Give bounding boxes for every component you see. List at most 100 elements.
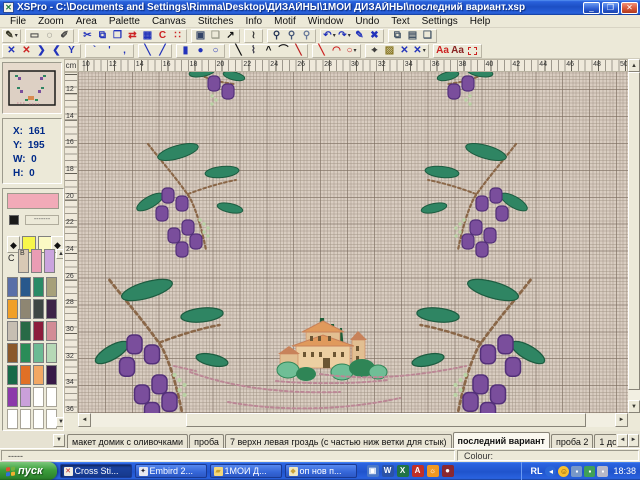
pencil-tool[interactable]: ✎▾ (4, 30, 19, 43)
delete-stitch-button[interactable]: ✖ (367, 30, 382, 43)
menu-item-motif[interactable]: Motif (268, 15, 302, 28)
pattern-tab-4[interactable]: последний вариант (453, 432, 550, 448)
menu-item-undo[interactable]: Undo (349, 15, 385, 28)
cut-button[interactable]: ✂ (80, 30, 95, 43)
thread-swatch[interactable] (33, 321, 44, 341)
thread-swatch[interactable] (7, 365, 18, 385)
taskbar-clock[interactable]: 18:38 (613, 466, 636, 476)
swap-colors-button[interactable]: ⇄ (125, 30, 140, 43)
bead-outline[interactable]: ○ (208, 45, 223, 58)
thread-swatch[interactable] (20, 387, 31, 407)
thread-button[interactable]: ≀ (246, 30, 261, 43)
thread-swatch[interactable] (20, 277, 31, 297)
language-indicator[interactable]: RL (530, 466, 542, 476)
stitch-eraser-all-button-dropdown[interactable]: ▾ (423, 48, 426, 54)
tab-scroll-right-button[interactable]: ► (628, 434, 639, 447)
backstitch-angle[interactable]: ^ (261, 45, 276, 58)
undo-button[interactable]: ↶▾ (322, 30, 337, 43)
menu-item-help[interactable]: Help (464, 15, 497, 28)
pattern-tab-6[interactable]: 1 дом (не весь для стыковки) (594, 434, 616, 448)
pattern-preview[interactable] (2, 62, 62, 114)
bead-filled[interactable]: ● (193, 45, 208, 58)
thread-swatch[interactable] (33, 277, 44, 297)
scroll-down-button[interactable]: ▼ (628, 400, 640, 413)
thread-swatch[interactable] (7, 409, 18, 429)
rotate-button[interactable]: C (155, 30, 170, 43)
thread-swatch[interactable] (7, 321, 18, 341)
longstitch-red[interactable]: ╲ (314, 45, 329, 58)
thread-strip-lavender[interactable] (44, 249, 55, 273)
tab-scroll-left-button[interactable]: ◄ (617, 434, 628, 447)
freehand-select-tool[interactable]: ✐ (57, 30, 72, 43)
find-stitch-button[interactable]: ⌖ (367, 45, 382, 58)
display-quick-icon[interactable]: ▣ (367, 465, 379, 477)
petite-stitch-2[interactable]: ' (102, 45, 117, 58)
icq-quick-icon[interactable]: ☼ (427, 465, 439, 477)
menu-item-info[interactable]: Info (239, 15, 268, 28)
menu-item-area[interactable]: Area (70, 15, 103, 28)
menu-item-palette[interactable]: Palette (103, 15, 146, 28)
thread-swatch[interactable] (33, 365, 44, 385)
start-button[interactable]: пуск (0, 462, 57, 480)
thread-swatch[interactable] (46, 387, 57, 407)
curve-red[interactable]: ◠ (329, 45, 344, 58)
undo-button-dropdown[interactable]: ▾ (333, 33, 336, 39)
backstitch-double[interactable]: ⌇ (246, 45, 261, 58)
maximize-button[interactable]: ❐ (602, 2, 619, 14)
quarter-stitch[interactable]: ❮ (49, 45, 64, 58)
palette-scroll-down-button[interactable]: ▼ (53, 434, 65, 447)
display-tray-icon[interactable]: ▪ (571, 466, 582, 477)
edit-stitch-button[interactable]: ✎ (352, 30, 367, 43)
pattern-tab-1[interactable]: макет домик с оливочками (67, 434, 188, 448)
thread-swatch[interactable] (33, 409, 44, 429)
thread-swatch[interactable] (7, 387, 18, 407)
close-button[interactable]: ✕ (621, 2, 638, 14)
redo-button[interactable]: ↷▾ (337, 30, 352, 43)
circle-red-dropdown[interactable]: ▾ (354, 48, 357, 54)
dashed-select-button[interactable] (465, 45, 480, 58)
menu-item-stitches[interactable]: Stitches (192, 15, 240, 28)
palette-scroll-up-button[interactable]: ▲ (56, 249, 64, 259)
thread-swatch[interactable] (7, 277, 18, 297)
lasso-select-tool[interactable]: ◌ (42, 30, 57, 43)
thread-swatch[interactable] (46, 365, 57, 385)
scroll-right-button[interactable]: ► (615, 413, 628, 427)
thread-swatch[interactable] (33, 299, 44, 319)
horizontal-scroll-thumb[interactable] (186, 413, 586, 427)
menu-item-canvas[interactable]: Canvas (146, 15, 192, 28)
send-design-button[interactable]: ❏ (420, 30, 435, 43)
copy-button[interactable]: ⧉ (95, 30, 110, 43)
rect-select-tool[interactable]: ▭ (27, 30, 42, 43)
thread-swatch[interactable] (46, 299, 57, 319)
thread-swatch[interactable] (7, 299, 18, 319)
full-cross-stitch[interactable]: ✕ (4, 45, 19, 58)
menu-item-text[interactable]: Text (385, 15, 415, 28)
zoom-out-button[interactable]: ⚲ (284, 30, 299, 43)
petite-stitch-1[interactable]: ` (87, 45, 102, 58)
pencil-tool-dropdown[interactable]: ▾ (15, 33, 18, 39)
thread-swatch[interactable] (33, 387, 44, 407)
excel-quick-icon[interactable]: X (397, 465, 409, 477)
petite-stitch-3[interactable]: , (117, 45, 132, 58)
fill-pattern-button[interactable]: ▦ (140, 30, 155, 43)
minimize-button[interactable]: _ (583, 2, 600, 14)
zoom-in-button[interactable]: ⚲ (269, 30, 284, 43)
media-quick-icon[interactable]: ● (442, 465, 454, 477)
stitch-style-strip[interactable]: ------- (25, 215, 59, 225)
menu-item-window[interactable]: Window (302, 15, 350, 28)
redo-button-dropdown[interactable]: ▾ (348, 33, 351, 39)
thread-strip-pink[interactable] (31, 249, 42, 273)
acrobat-quick-icon[interactable]: A (412, 465, 424, 477)
export-button[interactable]: ❏ (208, 30, 223, 43)
thread-swatch[interactable] (20, 409, 31, 429)
pointer-button[interactable]: ↗ (223, 30, 238, 43)
pattern-tab-2[interactable]: проба (189, 434, 224, 448)
pattern-swatch-button[interactable]: ▨ (382, 45, 397, 58)
half-stitch-back[interactable]: ╲ (140, 45, 155, 58)
thread-swatch[interactable] (46, 277, 57, 297)
taskbar-task-1[interactable]: ✕Cross Sti... (60, 464, 132, 478)
thread-swatch[interactable] (20, 299, 31, 319)
backstitch-arc[interactable]: ⌒ (276, 45, 291, 58)
backstitch-red[interactable]: ╲ (291, 45, 306, 58)
menu-item-settings[interactable]: Settings (416, 15, 464, 28)
